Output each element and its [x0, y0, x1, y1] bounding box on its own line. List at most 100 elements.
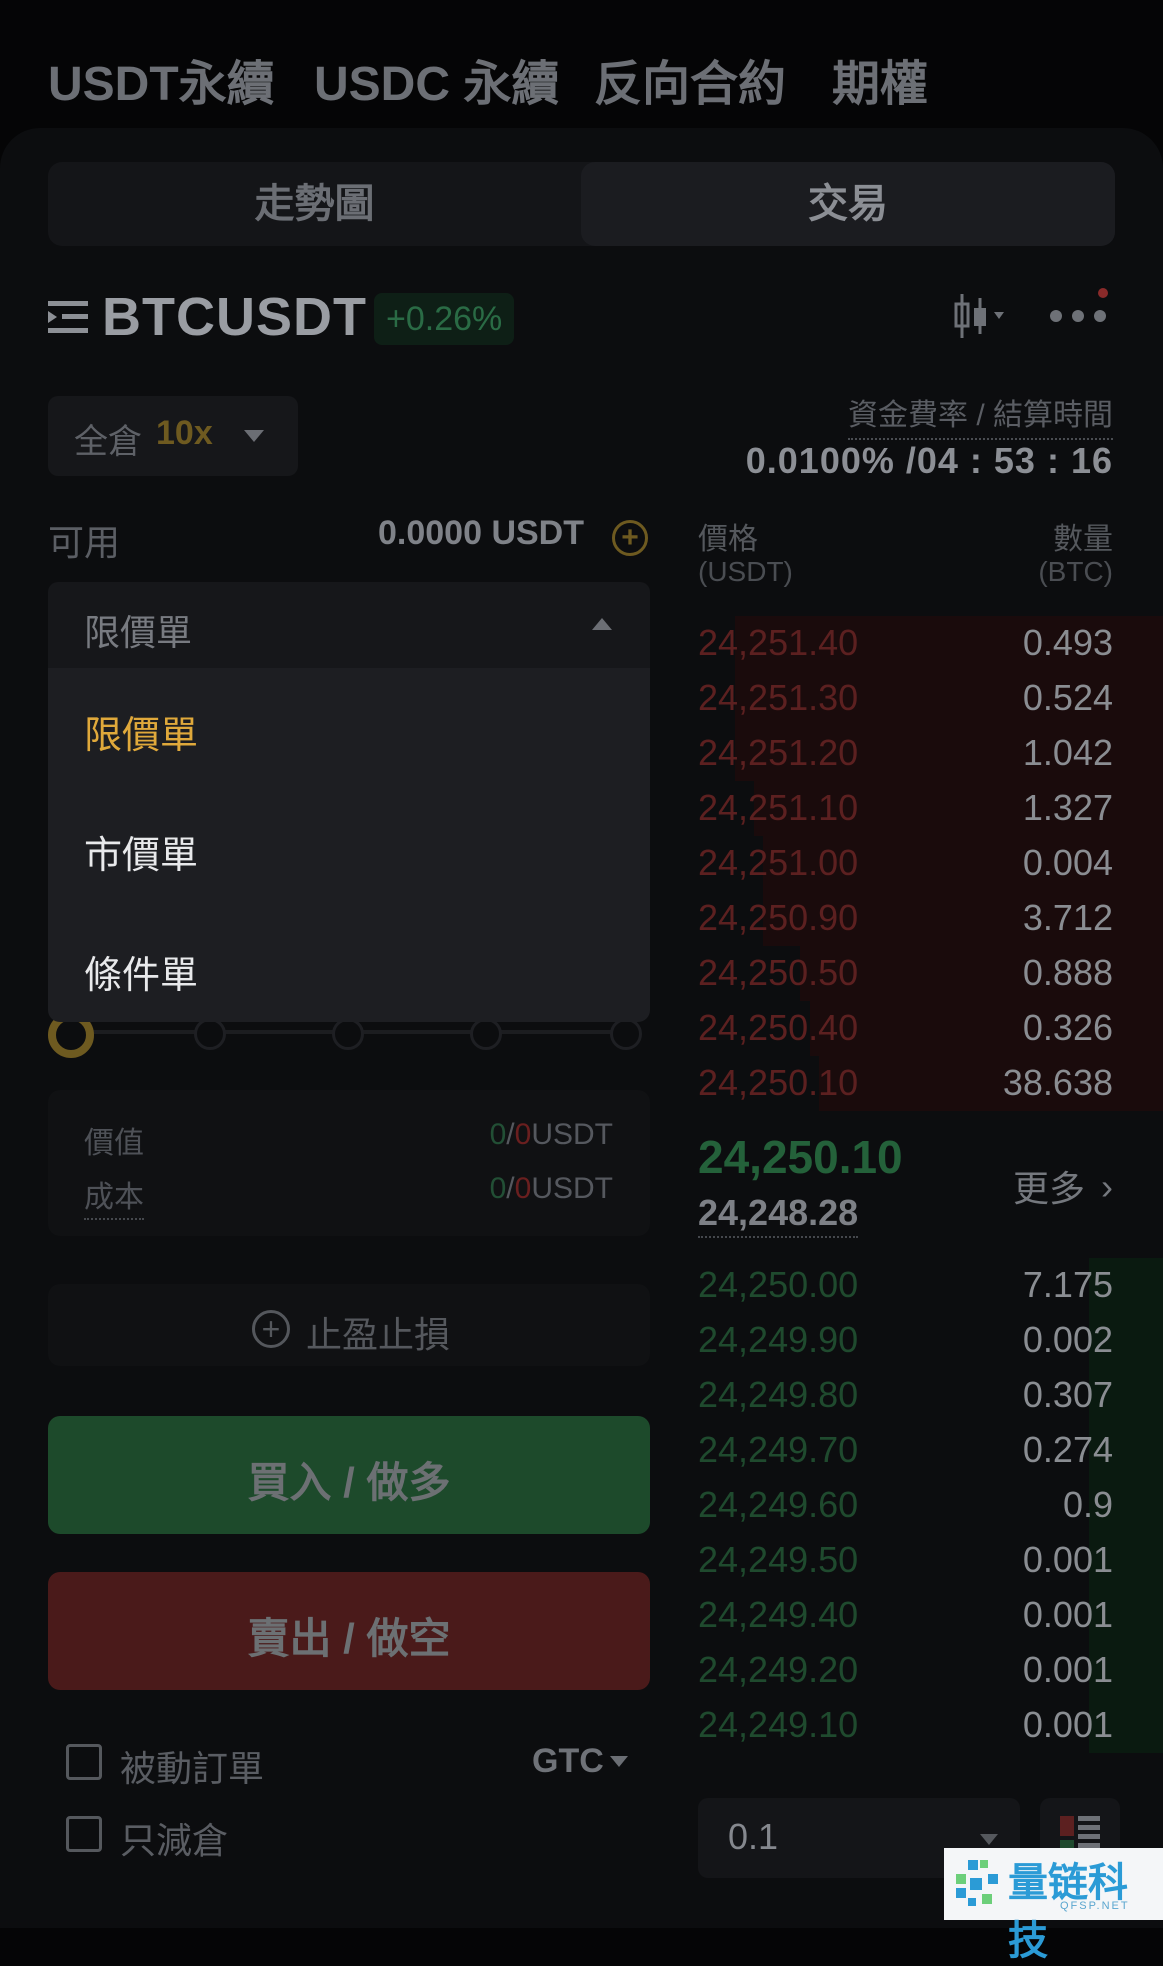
order-price: 24,250.40: [698, 1007, 859, 1048]
slider-knob-50[interactable]: [332, 1018, 364, 1050]
watermark-logo-icon: [956, 1860, 998, 1906]
order-price: 24,249.20: [698, 1649, 859, 1690]
bid-row[interactable]: 24,249.80 0.307: [698, 1368, 1163, 1423]
add-funds-icon[interactable]: +: [612, 520, 648, 556]
bid-row[interactable]: 24,249.50 0.001: [698, 1533, 1163, 1588]
bid-row[interactable]: 24,249.60 0.9: [698, 1478, 1163, 1533]
cost-amount: 0/0USDT: [489, 1172, 613, 1205]
order-price: 24,249.50: [698, 1539, 859, 1580]
order-qty: 0.493: [1022, 622, 1113, 663]
tab-usdt-perpetual[interactable]: USDT永續: [48, 44, 275, 114]
plus-circle-icon: +: [252, 1310, 290, 1348]
tab-trade[interactable]: 交易: [581, 162, 1115, 246]
sell-short-button[interactable]: 賣出 / 做空: [48, 1572, 650, 1690]
order-price: 24,251.00: [698, 842, 859, 883]
post-only-label: 被動訂單: [120, 1748, 265, 1789]
order-price: 24,251.40: [698, 622, 859, 663]
order-qty: 0.9: [1062, 1484, 1113, 1525]
sell-short-label: 賣出 / 做空: [247, 1615, 451, 1662]
buy-long-label: 買入 / 做多: [247, 1459, 451, 1506]
more-options-icon[interactable]: [1050, 310, 1110, 322]
reduce-only-label: 只減倉: [120, 1820, 229, 1861]
slider-knob-100[interactable]: [610, 1018, 642, 1050]
candlestick-chart-icon[interactable]: [952, 292, 1008, 340]
tab-options[interactable]: 期權: [832, 44, 928, 114]
chevron-down-icon: [244, 430, 264, 442]
ask-row[interactable]: 24,251.30 0.524: [698, 671, 1163, 726]
order-qty: 0.326: [1022, 1007, 1113, 1048]
reduce-only-checkbox[interactable]: [66, 1816, 102, 1852]
order-qty: 0.001: [1022, 1594, 1113, 1635]
available-balance: 0.0000 USDT: [378, 514, 584, 552]
ask-row[interactable]: 24,250.40 0.326: [698, 1001, 1163, 1056]
tab-chart[interactable]: 走勢圖: [48, 162, 581, 246]
time-in-force-select[interactable]: GTC: [532, 1742, 604, 1781]
ask-row[interactable]: 24,251.00 0.004: [698, 836, 1163, 891]
bid-row[interactable]: 24,249.70 0.274: [698, 1423, 1163, 1478]
order-type-option-conditional[interactable]: 條件單: [84, 944, 198, 999]
order-type-selected: 限價單: [84, 612, 193, 653]
symbol-name[interactable]: BTCUSDT: [102, 286, 367, 348]
tab-usdc-perpetual[interactable]: USDC 永續: [314, 44, 559, 114]
bid-row[interactable]: 24,250.00 7.175: [698, 1258, 1163, 1313]
tab-inverse-contract[interactable]: 反向合約: [594, 44, 786, 114]
cost-label[interactable]: 成本: [84, 1172, 144, 1220]
order-qty: 0.002: [1022, 1319, 1113, 1360]
order-price: 24,249.70: [698, 1429, 859, 1470]
order-qty: 0.307: [1022, 1374, 1113, 1415]
order-price: 24,250.50: [698, 952, 859, 993]
order-price: 24,250.00: [698, 1264, 859, 1305]
order-price: 24,251.10: [698, 787, 859, 828]
bid-row[interactable]: 24,249.20 0.001: [698, 1643, 1163, 1698]
notification-dot: [1098, 288, 1108, 298]
order-qty: 0.524: [1022, 677, 1113, 718]
ask-row[interactable]: 24,251.10 1.327: [698, 781, 1163, 836]
order-type-option-market[interactable]: 市價單: [84, 824, 198, 879]
ask-row[interactable]: 24,250.10 38.638: [698, 1056, 1163, 1111]
order-price: 24,249.40: [698, 1594, 859, 1635]
margin-mode-label: 全倉: [74, 423, 142, 461]
orderbook-price-header: 價格: [698, 523, 758, 556]
chevron-right-icon[interactable]: ›: [1101, 1166, 1113, 1208]
order-price: 24,251.30: [698, 677, 859, 718]
ask-row[interactable]: 24,250.90 3.712: [698, 891, 1163, 946]
ask-row[interactable]: 24,250.50 0.888: [698, 946, 1163, 1001]
bid-row[interactable]: 24,249.90 0.002: [698, 1313, 1163, 1368]
bid-row[interactable]: 24,249.40 0.001: [698, 1588, 1163, 1643]
order-qty: 3.712: [1022, 897, 1113, 938]
bid-row[interactable]: 24,249.10 0.001: [698, 1698, 1163, 1753]
chevron-down-icon: [610, 1756, 628, 1767]
order-qty: 38.638: [1002, 1062, 1113, 1103]
order-type-option-limit[interactable]: 限價單: [84, 704, 198, 759]
last-price: 24,250.10: [698, 1131, 903, 1183]
menu-drawer-icon[interactable]: [48, 297, 88, 337]
funding-rate-value: 0.0100% /04 : 53 : 16: [745, 440, 1113, 481]
order-qty: 0.001: [1022, 1704, 1113, 1745]
order-price: 24,249.80: [698, 1374, 859, 1415]
view-segment-control: 走勢圖 交易: [48, 162, 1115, 246]
order-qty: 0.004: [1022, 842, 1113, 883]
post-only-checkbox[interactable]: [66, 1744, 102, 1780]
orderbook-more-link[interactable]: 更多: [1013, 1160, 1085, 1212]
ask-row[interactable]: 24,251.40 0.493: [698, 616, 1163, 671]
mark-price[interactable]: 24,248.28: [698, 1192, 859, 1238]
order-qty: 0.001: [1022, 1649, 1113, 1690]
price-precision-value: 0.1: [728, 1816, 779, 1857]
order-qty: 7.175: [1022, 1264, 1113, 1305]
value-amount: 0/0USDT: [489, 1118, 613, 1151]
order-qty: 1.327: [1022, 787, 1113, 828]
order-price: 24,251.20: [698, 732, 859, 773]
slider-knob-75[interactable]: [470, 1018, 502, 1050]
orderbook-price-unit: (USDT): [698, 556, 793, 587]
order-qty: 0.888: [1022, 952, 1113, 993]
ask-row[interactable]: 24,251.20 1.042: [698, 726, 1163, 781]
order-price: 24,250.10: [698, 1062, 859, 1103]
buy-long-button[interactable]: 買入 / 做多: [48, 1416, 650, 1534]
value-label: 價值: [84, 1127, 144, 1160]
tpsl-label: 止盈止損: [306, 1314, 451, 1355]
slider-knob-25[interactable]: [194, 1018, 226, 1050]
funding-rate-label[interactable]: 資金費率 / 結算時間: [847, 390, 1113, 440]
order-qty: 1.042: [1022, 732, 1113, 773]
order-qty: 0.274: [1022, 1429, 1113, 1470]
price-change-badge: +0.26%: [374, 293, 515, 345]
